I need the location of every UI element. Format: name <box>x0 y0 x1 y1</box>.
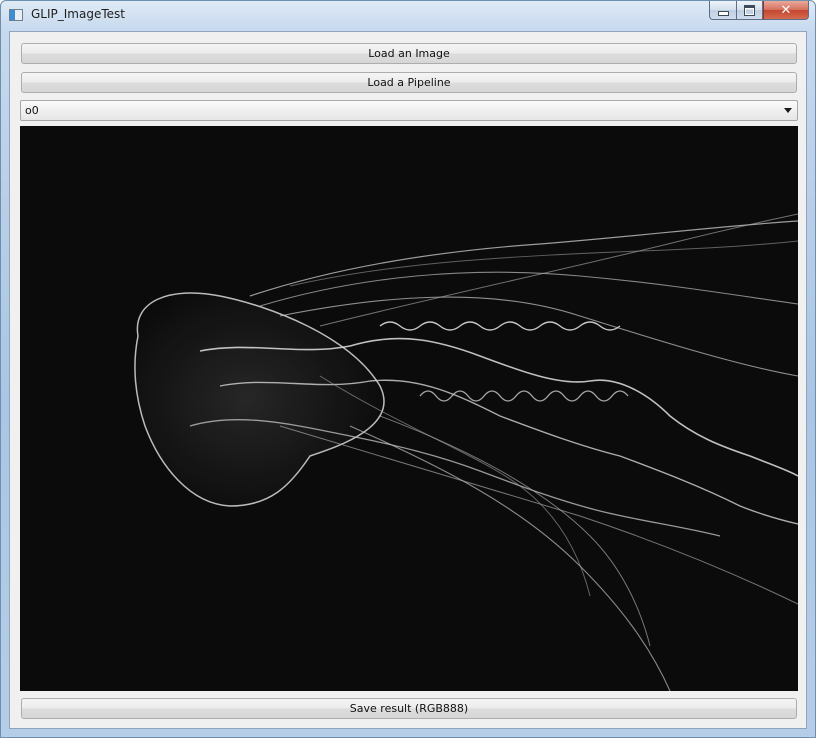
close-button[interactable]: ✕ <box>763 1 809 20</box>
image-viewer[interactable] <box>20 126 798 691</box>
load-image-button[interactable]: Load an Image <box>21 43 797 64</box>
output-select[interactable]: o0 <box>20 100 798 121</box>
title-bar[interactable]: GLIP_ImageTest ✕ <box>1 1 815 31</box>
caption-buttons: ✕ <box>709 1 809 20</box>
app-window-icon <box>9 9 23 21</box>
close-icon: ✕ <box>780 2 792 18</box>
maximize-icon <box>744 4 755 16</box>
app-window: GLIP_ImageTest ✕ Load an Image Load a Pi… <box>0 0 816 738</box>
output-select-value: o0 <box>25 104 39 117</box>
load-pipeline-button[interactable]: Load a Pipeline <box>21 72 797 93</box>
minimize-icon <box>717 10 729 16</box>
main-panel: Load an Image Load a Pipeline o0 Save re… <box>9 31 807 729</box>
minimize-button[interactable] <box>709 1 736 20</box>
window-title: GLIP_ImageTest <box>31 7 125 21</box>
processed-image <box>20 126 798 691</box>
chevron-down-icon <box>784 108 792 113</box>
save-result-button[interactable]: Save result (RGB888) <box>21 698 797 719</box>
maximize-button[interactable] <box>736 1 763 20</box>
